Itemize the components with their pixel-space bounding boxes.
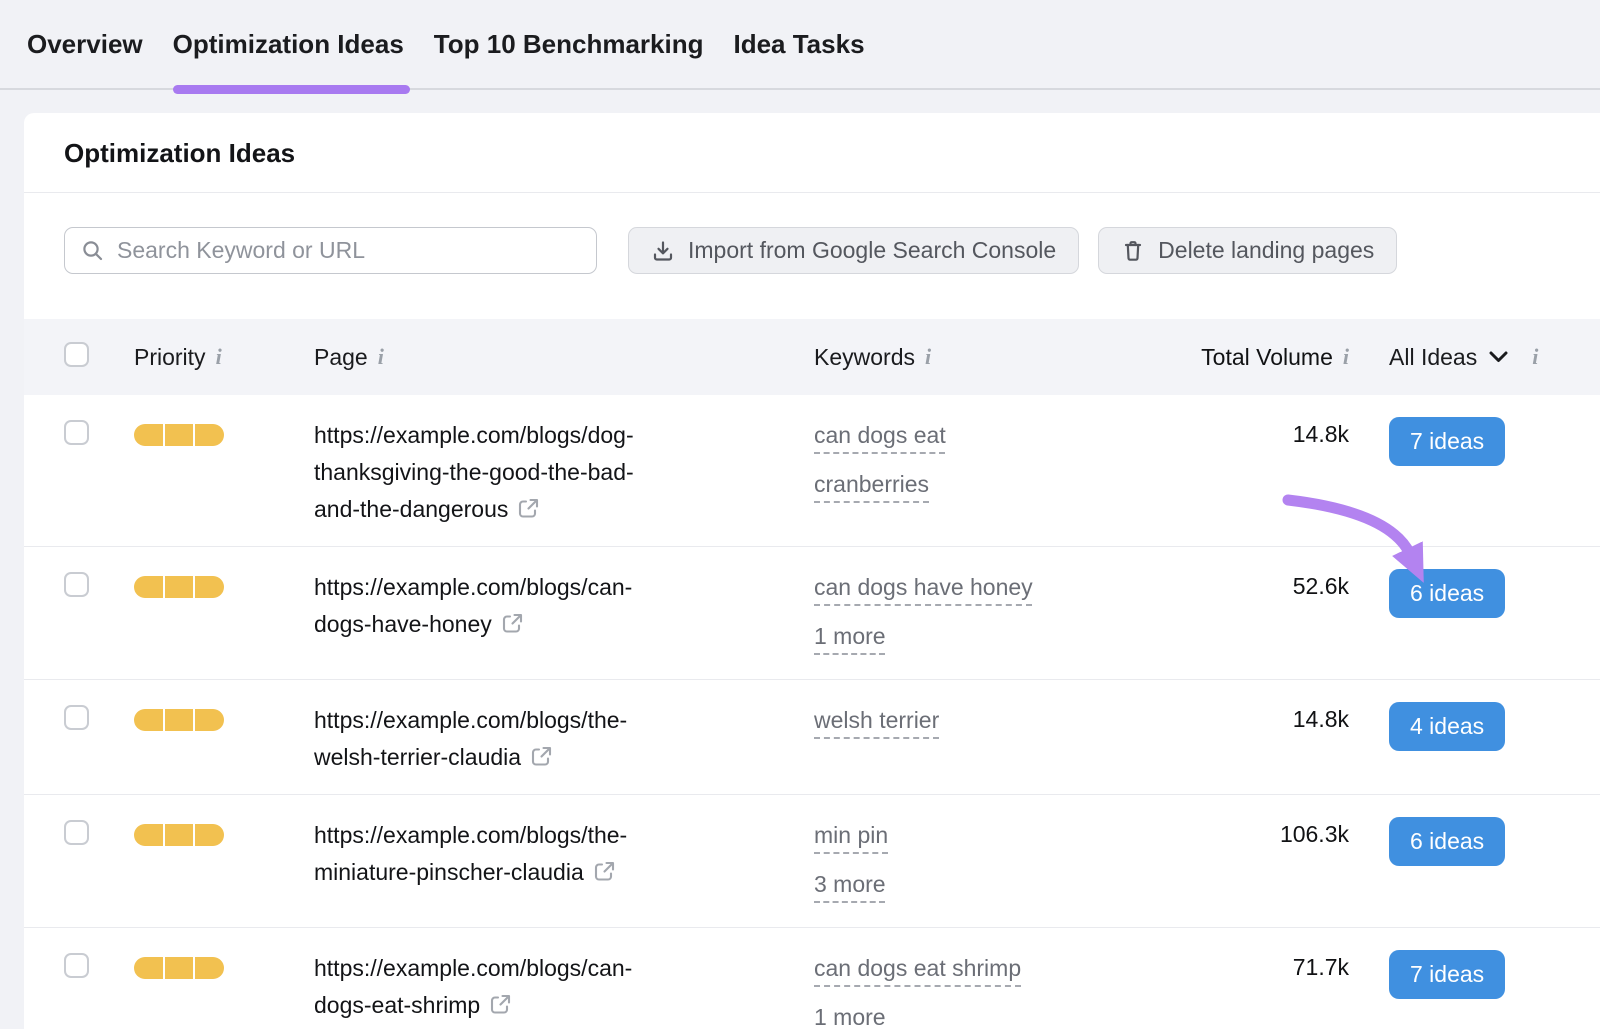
keywords-info-icon[interactable]: i [925,346,931,368]
delete-landing-pages-label: Delete landing pages [1158,237,1374,264]
tab-overview[interactable]: Overview [27,0,143,89]
search-box [64,227,597,274]
total-volume-value: 14.8k [1164,702,1349,736]
external-link-icon[interactable] [593,860,616,883]
toolbar: Import from Google Search Console Delete… [64,227,1560,274]
ideas-button[interactable]: 7 ideas [1389,950,1505,999]
keyword-link[interactable]: can dogs eat cranberries [814,411,946,509]
priority-bar [134,576,224,598]
ideas-info-icon[interactable]: i [1532,346,1538,368]
row-checkbox[interactable] [64,705,89,730]
select-all-checkbox[interactable] [64,342,89,367]
tab-idea-tasks[interactable]: Idea Tasks [733,0,864,89]
external-link-icon[interactable] [489,993,512,1016]
external-link-icon[interactable] [501,612,524,635]
row-checkbox[interactable] [64,953,89,978]
row-checkbox[interactable] [64,420,89,445]
total-volume-value: 71.7k [1164,950,1349,984]
keyword-link[interactable]: can dogs eat shrimp [814,944,1021,993]
tab-top10-benchmarking[interactable]: Top 10 Benchmarking [434,0,704,89]
table-row: https://example.com/blogs/can- dogs-have… [24,546,1600,679]
more-keywords-link[interactable]: 1 more [814,993,886,1029]
column-keywords: Keywords [814,344,915,371]
table-header: Priority i Page i Keywords i Total Volum… [24,319,1600,395]
page-url: https://example.com/blogs/can- dogs-eat-… [314,955,632,1018]
priority-bar [134,824,224,846]
row-checkbox[interactable] [64,820,89,845]
keyword-link[interactable]: can dogs have honey [814,563,1033,612]
tab-optimization-ideas[interactable]: Optimization Ideas [173,0,404,89]
page-url: https://example.com/blogs/can- dogs-have… [314,574,632,637]
external-link-icon[interactable] [517,497,540,520]
chevron-down-icon[interactable] [1489,351,1508,363]
ideas-button[interactable]: 7 ideas [1389,417,1505,466]
ideas-button[interactable]: 6 ideas [1389,817,1505,866]
tab-bar: Overview Optimization Ideas Top 10 Bench… [0,0,1600,90]
page-info-icon[interactable]: i [378,346,384,368]
more-keywords-link[interactable]: 1 more [814,612,886,661]
keyword-link[interactable]: welsh terrier [814,696,939,745]
search-input[interactable] [117,237,580,264]
table-row: https://example.com/blogs/the- miniature… [24,794,1600,927]
keyword-link[interactable]: min pin [814,811,888,860]
page-url: https://example.com/blogs/the- welsh-ter… [314,707,627,770]
total-volume-value: 52.6k [1164,569,1349,603]
column-page: Page [314,344,368,371]
delete-landing-pages-button[interactable]: Delete landing pages [1098,227,1397,274]
external-link-icon[interactable] [530,745,553,768]
priority-info-icon[interactable]: i [216,346,222,368]
page-url: https://example.com/blogs/the- miniature… [314,822,627,885]
ideas-button[interactable]: 4 ideas [1389,702,1505,751]
column-total-volume: Total Volume [1201,340,1333,374]
panel-header: Optimization Ideas [24,113,1600,193]
table-row: https://example.com/blogs/can- dogs-eat-… [24,927,1600,1029]
total-volume-value: 14.8k [1164,417,1349,451]
page-url: https://example.com/blogs/dog- thanksgiv… [314,422,634,522]
trash-icon [1121,239,1145,263]
import-gsc-button[interactable]: Import from Google Search Console [628,227,1079,274]
panel-title: Optimization Ideas [64,138,1560,169]
search-icon [81,239,105,263]
table-row: https://example.com/blogs/dog- thanksgiv… [24,395,1600,546]
priority-bar [134,424,224,446]
download-icon [651,239,675,263]
priority-bar [134,709,224,731]
import-gsc-label: Import from Google Search Console [688,237,1056,264]
optimization-ideas-panel: Optimization Ideas Import from Google Se… [24,113,1600,1029]
ideas-button[interactable]: 6 ideas [1389,569,1505,618]
column-priority: Priority [134,344,206,371]
total-volume-value: 106.3k [1164,817,1349,851]
ideas-filter-dropdown[interactable]: All Ideas [1389,344,1477,371]
table-row: https://example.com/blogs/the- welsh-ter… [24,679,1600,794]
priority-bar [134,957,224,979]
row-checkbox[interactable] [64,572,89,597]
more-keywords-link[interactable]: 3 more [814,860,886,909]
